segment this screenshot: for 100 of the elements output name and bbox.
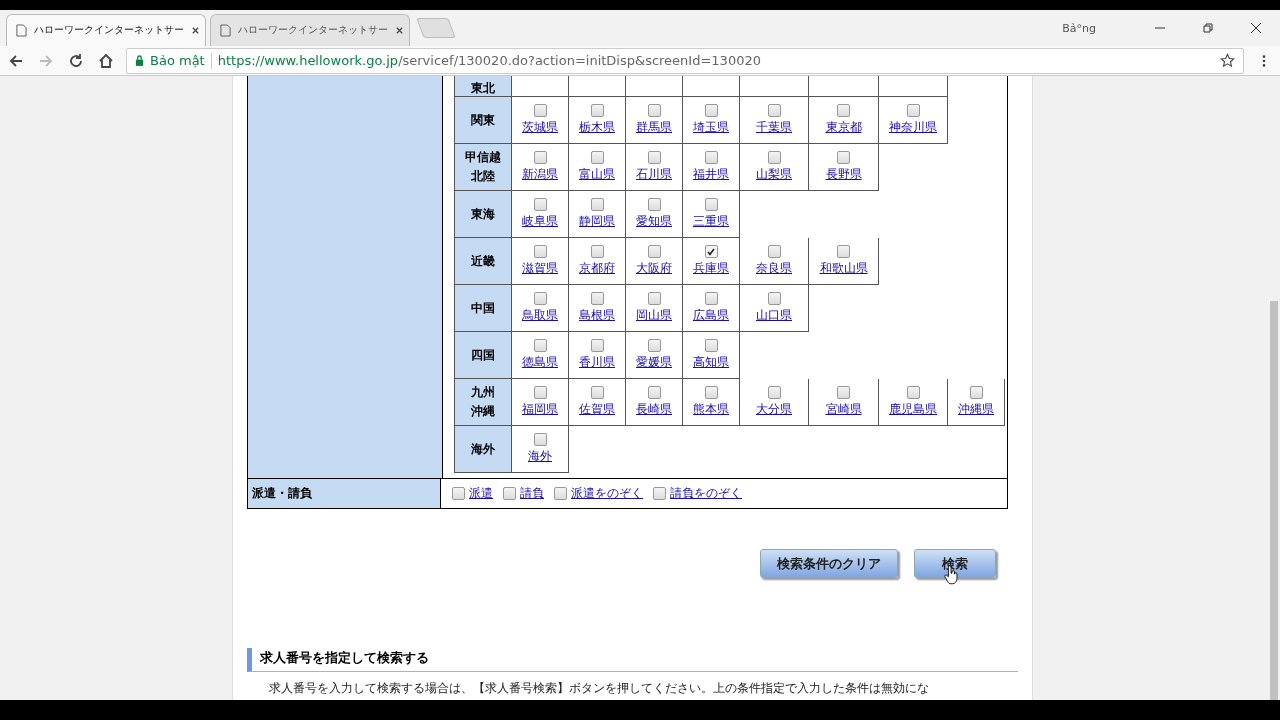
prefecture-link[interactable]: 長野県: [825, 166, 862, 183]
profile-name[interactable]: Bả°ng: [1062, 21, 1096, 35]
prefecture-link[interactable]: 熊本県: [693, 401, 729, 418]
address-bar[interactable]: Bảo mật https://www.hellowork.go.jp/servicef/130020.do?action=initDisp&screenId=130020: [126, 47, 1244, 74]
checkbox[interactable]: [704, 386, 718, 399]
prefecture-link[interactable]: 広島県: [693, 307, 729, 324]
back-icon[interactable]: [8, 52, 24, 69]
prefecture-link[interactable]: 和歌山県: [819, 260, 868, 277]
prefecture-link[interactable]: 静岡県: [579, 213, 615, 230]
checkbox[interactable]: [837, 386, 850, 399]
prefecture-link[interactable]: 千葉県: [756, 119, 792, 136]
close-icon[interactable]: [191, 26, 200, 35]
checkbox[interactable]: [647, 198, 661, 211]
prefecture-link[interactable]: 三重県: [693, 213, 729, 230]
prefecture-link[interactable]: 兵庫県: [693, 260, 729, 277]
checkbox[interactable]: [533, 104, 547, 117]
checkbox[interactable]: [533, 245, 547, 258]
checkbox[interactable]: [767, 245, 781, 258]
checkbox[interactable]: [590, 104, 604, 117]
checkbox[interactable]: [647, 245, 661, 258]
prefecture-link[interactable]: 栃木県: [579, 119, 615, 136]
close-icon[interactable]: [395, 26, 404, 35]
checkbox[interactable]: [704, 104, 718, 117]
browser-tab[interactable]: ハローワークインターネットサー: [6, 14, 206, 46]
checkbox[interactable]: [533, 292, 547, 305]
prefecture-link[interactable]: 茨城県: [522, 119, 558, 136]
checkbox[interactable]: [906, 104, 920, 117]
prefecture-link[interactable]: 海外: [528, 448, 552, 465]
search-button[interactable]: 検索条件のクリア: [760, 549, 898, 578]
checkbox[interactable]: [590, 198, 604, 211]
checkbox[interactable]: [767, 151, 781, 164]
checkbox[interactable]: [647, 151, 661, 164]
prefecture-link[interactable]: 徳島県: [522, 354, 558, 371]
checkbox[interactable]: [837, 104, 850, 117]
checkbox[interactable]: [590, 386, 604, 399]
new-tab-button[interactable]: [416, 18, 456, 38]
checkbox[interactable]: [554, 487, 567, 500]
prefecture-link[interactable]: 石川県: [636, 166, 672, 183]
prefecture-link[interactable]: 鹿児島県: [889, 401, 937, 418]
prefecture-link[interactable]: 山梨県: [756, 166, 792, 183]
checkbox[interactable]: [647, 386, 661, 399]
prefecture-link[interactable]: 奈良県: [756, 260, 792, 277]
checkbox[interactable]: [969, 386, 983, 399]
checkbox[interactable]: [704, 198, 718, 211]
prefecture-link[interactable]: 滋賀県: [522, 260, 558, 277]
home-icon[interactable]: [98, 52, 114, 69]
restore-icon[interactable]: [1202, 22, 1214, 34]
checkbox[interactable]: [837, 245, 850, 258]
prefecture-link[interactable]: 宮崎県: [825, 401, 862, 418]
checkbox[interactable]: [647, 292, 661, 305]
prefecture-link[interactable]: 佐賀県: [579, 401, 615, 418]
checkbox[interactable]: [533, 433, 547, 446]
checkbox[interactable]: [590, 151, 604, 164]
option-link[interactable]: 派遣: [469, 485, 493, 502]
checkbox[interactable]: [533, 386, 547, 399]
prefecture-link[interactable]: 福岡県: [522, 401, 558, 418]
search-button[interactable]: 検索: [914, 549, 996, 578]
checkbox[interactable]: [767, 386, 781, 399]
prefecture-link[interactable]: 愛媛県: [636, 354, 672, 371]
prefecture-link[interactable]: 岐阜県: [522, 213, 558, 230]
prefecture-link[interactable]: 高知県: [693, 354, 729, 371]
checkbox[interactable]: [590, 339, 604, 352]
prefecture-link[interactable]: 富山県: [579, 166, 615, 183]
checkbox[interactable]: [653, 487, 666, 500]
option-link[interactable]: 請負をのぞく: [670, 485, 742, 502]
browser-tab[interactable]: ハローワークインターネットサー: [210, 14, 410, 46]
prefecture-link[interactable]: 神奈川県: [889, 119, 937, 136]
prefecture-link[interactable]: 鳥取県: [522, 307, 558, 324]
checkbox[interactable]: [503, 487, 516, 500]
checkbox[interactable]: [704, 292, 718, 305]
menu-icon[interactable]: [1262, 53, 1266, 68]
prefecture-link[interactable]: 大分県: [756, 401, 792, 418]
checkbox[interactable]: [533, 198, 547, 211]
prefecture-link[interactable]: 東京都: [825, 119, 862, 136]
prefecture-link[interactable]: 群馬県: [636, 119, 672, 136]
close-icon[interactable]: [1250, 22, 1262, 34]
option-link[interactable]: 派遣をのぞく: [571, 485, 643, 502]
checkbox[interactable]: [704, 245, 718, 258]
prefecture-link[interactable]: 山口県: [756, 307, 792, 324]
checkbox[interactable]: [533, 151, 547, 164]
forward-icon[interactable]: [38, 52, 54, 69]
prefecture-link[interactable]: 岡山県: [636, 307, 672, 324]
prefecture-link[interactable]: 島根県: [579, 307, 615, 324]
checkbox[interactable]: [452, 487, 465, 500]
prefecture-link[interactable]: 愛知県: [636, 213, 672, 230]
checkbox[interactable]: [704, 339, 718, 352]
star-icon[interactable]: [1220, 53, 1235, 68]
prefecture-link[interactable]: 長崎県: [636, 401, 672, 418]
prefecture-link[interactable]: 埼玉県: [693, 119, 729, 136]
reload-icon[interactable]: [68, 52, 84, 69]
checkbox[interactable]: [590, 245, 604, 258]
checkbox[interactable]: [647, 104, 661, 117]
checkbox[interactable]: [647, 339, 661, 352]
checkbox[interactable]: [704, 151, 718, 164]
checkbox[interactable]: [837, 151, 850, 164]
prefecture-link[interactable]: 大阪府: [636, 260, 672, 277]
prefecture-link[interactable]: 香川県: [579, 354, 615, 371]
prefecture-link[interactable]: 新潟県: [522, 166, 558, 183]
option-link[interactable]: 請負: [520, 485, 544, 502]
checkbox[interactable]: [533, 339, 547, 352]
